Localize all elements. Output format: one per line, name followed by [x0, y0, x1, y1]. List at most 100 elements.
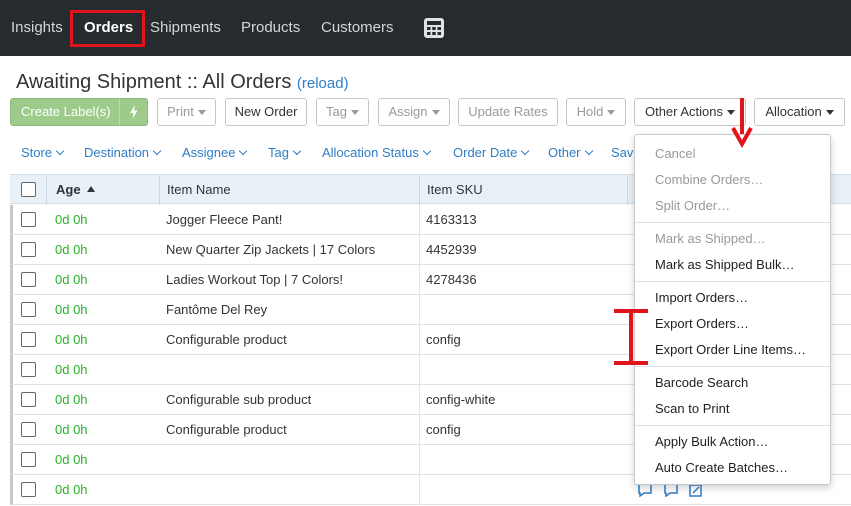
update-rates-label: Update Rates [468, 104, 548, 119]
row-item-sku: config-white [426, 392, 496, 407]
chevron-down-icon [197, 110, 206, 116]
comment-icon [638, 483, 652, 497]
allocation-label: Allocation [765, 104, 822, 119]
filter-tag[interactable]: Tag [268, 145, 302, 160]
chevron-down-icon [521, 146, 530, 156]
allocation-dropdown[interactable]: Allocation [754, 98, 845, 126]
filter-label: Order Date [453, 145, 518, 160]
new-order-button[interactable]: New Order [225, 98, 307, 126]
row-item-name: New Quarter Zip Jackets | 17 Colors [166, 242, 376, 257]
menu-split-order[interactable]: Split Order… [655, 198, 730, 214]
row-item-name: Configurable sub product [166, 392, 312, 407]
chevron-down-icon [292, 146, 302, 156]
row-item-name: Fantôme Del Rey [166, 302, 268, 317]
menu-export-order-line-items[interactable]: Export Order Line Items… [655, 342, 806, 358]
row-checkbox[interactable] [21, 482, 36, 497]
nav-insights[interactable]: Insights [11, 18, 63, 38]
header-item-sku[interactable]: Item SKU [427, 182, 483, 197]
red-bracket-annotation [614, 309, 648, 365]
print-dropdown[interactable]: Print [157, 98, 216, 126]
row-checkbox[interactable] [21, 362, 36, 377]
select-all-checkbox[interactable] [21, 182, 36, 197]
nav-customers[interactable]: Customers [321, 18, 394, 38]
row-checkbox[interactable] [21, 272, 36, 287]
row-checkbox[interactable] [21, 452, 36, 467]
header-item-name[interactable]: Item Name [167, 182, 231, 197]
row-age: 0d 0h [55, 242, 88, 257]
chevron-down-icon [825, 110, 834, 116]
row-checkbox[interactable] [21, 302, 36, 317]
create-label-button[interactable]: Create Label(s) [10, 98, 148, 126]
filter-store[interactable]: Store [21, 145, 65, 160]
chevron-down-icon [607, 110, 616, 116]
menu-barcode-search[interactable]: Barcode Search [655, 375, 748, 391]
other-actions-label: Other Actions [644, 104, 724, 119]
row-age: 0d 0h [55, 332, 88, 347]
menu-auto-create-batches[interactable]: Auto Create Batches… [655, 460, 788, 476]
top-nav: Insights Orders Shipments Products Custo… [0, 0, 851, 56]
filter-allocation-status[interactable]: Allocation Status [322, 145, 432, 160]
filter-label: Store [21, 145, 53, 160]
row-age: 0d 0h [55, 212, 88, 227]
menu-divider [635, 425, 830, 426]
row-checkbox[interactable] [21, 392, 36, 407]
menu-import-orders[interactable]: Import Orders… [655, 290, 748, 306]
row-age: 0d 0h [55, 452, 88, 467]
lightning-bolt-icon [130, 105, 138, 119]
menu-mark-as-shipped-bulk[interactable]: Mark as Shipped Bulk… [655, 257, 794, 273]
nav-products[interactable]: Products [241, 18, 300, 38]
assign-label: Assign [388, 104, 428, 119]
orders-highlight-annotation [70, 10, 145, 47]
print-label: Print [167, 104, 194, 119]
row-action-icons[interactable] [636, 483, 706, 497]
row-item-name: Jogger Fleece Pant! [166, 212, 283, 227]
new-order-label: New Order [234, 104, 298, 119]
chevron-down-icon [350, 110, 359, 116]
filter-label: Destination [84, 145, 150, 160]
calculator-icon[interactable] [423, 17, 445, 39]
row-checkbox[interactable] [21, 422, 36, 437]
menu-combine-orders[interactable]: Combine Orders… [655, 172, 763, 188]
chevron-down-icon [55, 146, 65, 156]
note-icon [664, 483, 678, 497]
nav-shipments[interactable]: Shipments [150, 18, 221, 38]
row-item-sku: 4452939 [426, 242, 477, 257]
row-item-sku: 4278436 [426, 272, 477, 287]
menu-mark-as-shipped[interactable]: Mark as Shipped… [655, 231, 766, 247]
assign-dropdown[interactable]: Assign [378, 98, 450, 126]
filter-order-date[interactable]: Order Date [453, 145, 530, 160]
update-rates-button[interactable]: Update Rates [458, 98, 558, 126]
hold-label: Hold [576, 104, 604, 119]
filter-destination[interactable]: Destination [84, 145, 162, 160]
tag-label: Tag [326, 104, 347, 119]
row-item-sku: config [426, 332, 461, 347]
header-age[interactable]: Age [56, 182, 96, 197]
row-age: 0d 0h [55, 272, 88, 287]
menu-scan-to-print[interactable]: Scan to Print [655, 401, 729, 417]
row-checkbox[interactable] [21, 212, 36, 227]
chevron-down-icon [152, 146, 162, 156]
chevron-down-icon [431, 110, 440, 116]
chevron-down-icon [422, 146, 432, 156]
row-checkbox[interactable] [21, 242, 36, 257]
tag-dropdown[interactable]: Tag [316, 98, 369, 126]
row-age: 0d 0h [55, 392, 88, 407]
quick-label-button[interactable] [119, 99, 147, 125]
chevron-down-icon [239, 146, 248, 156]
page-title-text: Awaiting Shipment :: All Orders [16, 71, 292, 93]
reload-link[interactable]: reload [302, 75, 344, 92]
hold-dropdown[interactable]: Hold [566, 98, 626, 126]
filter-assignee[interactable]: Assignee [182, 145, 248, 160]
menu-divider [635, 222, 830, 223]
row-age: 0d 0h [55, 422, 88, 437]
sort-ascending-icon [87, 186, 96, 192]
row-item-name: Configurable product [166, 422, 287, 437]
menu-apply-bulk-action[interactable]: Apply Bulk Action… [655, 434, 768, 450]
page-title: Awaiting Shipment :: All Orders (reload) [16, 71, 349, 93]
menu-cancel[interactable]: Cancel [655, 146, 695, 162]
menu-divider [635, 366, 830, 367]
filter-other[interactable]: Other [548, 145, 593, 160]
filter-label: Assignee [182, 145, 236, 160]
menu-export-orders[interactable]: Export Orders… [655, 316, 749, 332]
row-checkbox[interactable] [21, 332, 36, 347]
